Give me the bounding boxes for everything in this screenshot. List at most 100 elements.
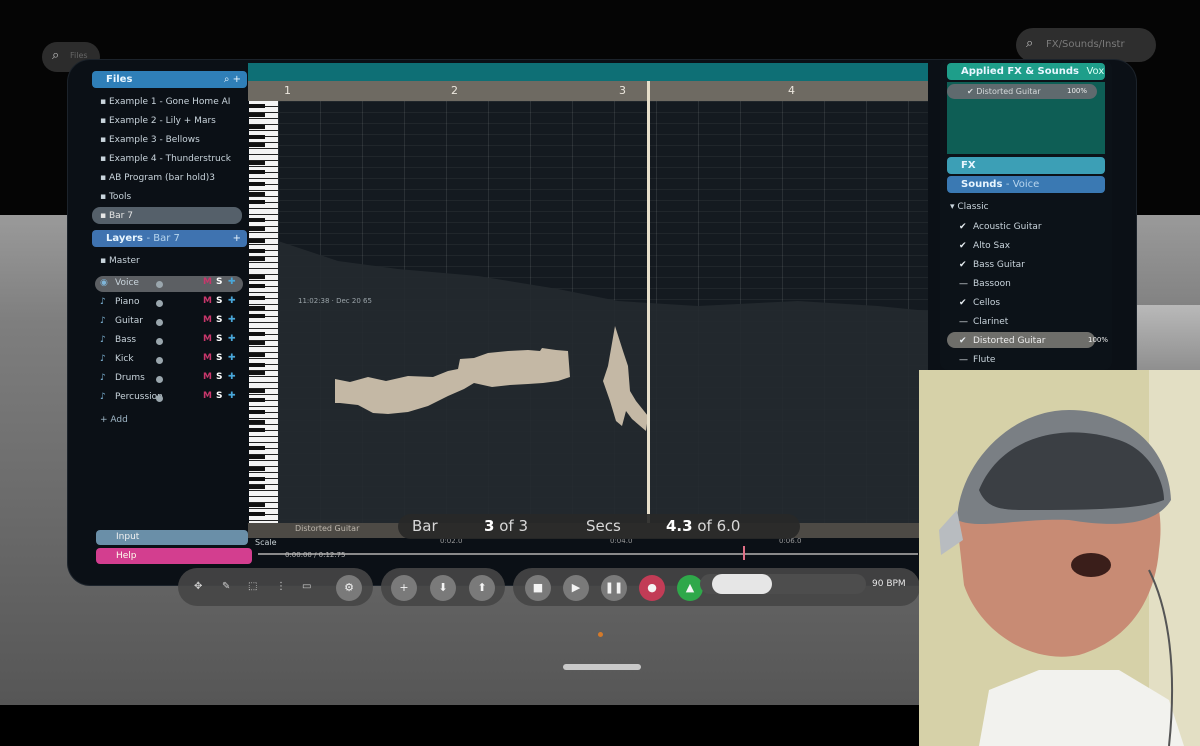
solo-button[interactable]: S: [216, 296, 222, 306]
layer-solo-dot[interactable]: [156, 376, 163, 383]
layers-header-label: Layers: [106, 233, 143, 244]
stop-button[interactable]: ■: [525, 575, 551, 601]
file-item[interactable]: ▪ Tools: [100, 192, 131, 202]
solo-button[interactable]: S: [216, 353, 222, 363]
file-item[interactable]: ▪ Example 2 - Lily + Mars: [100, 116, 216, 126]
layer-icon: ♪: [100, 373, 106, 383]
dash-icon: —: [959, 279, 968, 289]
sound-item[interactable]: — Bassoon: [959, 279, 1011, 289]
layer-icon: ♪: [100, 316, 106, 326]
layer-icon: ◉: [100, 278, 108, 288]
file-item[interactable]: ▪ Example 3 - Bellows: [100, 135, 200, 145]
layer-solo-dot[interactable]: [156, 281, 163, 288]
presenter-video: [919, 370, 1200, 746]
files-header-actions[interactable]: ⌕ +: [224, 71, 241, 88]
sound-item[interactable]: ✔ Acoustic Guitar: [959, 222, 1042, 232]
pencil-tool-icon[interactable]: ✎: [222, 581, 230, 592]
file-item-selected[interactable]: ▪ Bar 7: [100, 211, 133, 221]
layer-row[interactable]: ♪ Drums M S ✚: [100, 372, 242, 388]
layer-master[interactable]: ▪ Master: [100, 256, 140, 266]
add-layer-row[interactable]: + Add: [100, 415, 128, 425]
window-grabber[interactable]: [563, 664, 641, 670]
solo-button[interactable]: S: [216, 391, 222, 401]
bpm-value: 90 BPM: [872, 579, 906, 589]
mute-button[interactable]: M: [203, 372, 212, 382]
sound-item-selected[interactable]: ✔ Distorted Guitar: [959, 336, 1045, 346]
metronome-button[interactable]: ▲: [677, 575, 703, 601]
sounds-header[interactable]: Sounds - Voice: [947, 176, 1105, 193]
timeline-scrubber[interactable]: [258, 553, 918, 555]
layer-row[interactable]: ◉ Voice M S ✚: [100, 277, 242, 293]
layer-solo-dot[interactable]: [156, 300, 163, 307]
plus-icon[interactable]: ✚: [228, 353, 236, 363]
solo-button[interactable]: S: [216, 277, 222, 287]
sound-item[interactable]: ✔ Alto Sax: [959, 241, 1010, 251]
secs-label: Secs: [586, 517, 621, 535]
plus-icon[interactable]: ✚: [228, 296, 236, 306]
input-bar[interactable]: Input: [96, 530, 248, 545]
add-layer-icon[interactable]: +: [233, 230, 241, 247]
plus-icon[interactable]: ✚: [228, 315, 236, 325]
mute-button[interactable]: M: [203, 296, 212, 306]
mute-button[interactable]: M: [203, 353, 212, 363]
plus-icon[interactable]: ✚: [228, 334, 236, 344]
scale-toggle[interactable]: Scale: [255, 538, 277, 547]
mute-button[interactable]: M: [203, 277, 212, 287]
webcam-overlay: [919, 370, 1200, 746]
plus-icon[interactable]: ✚: [228, 277, 236, 287]
mute-button[interactable]: M: [203, 334, 212, 344]
layer-row[interactable]: ♪ Piano M S ✚: [100, 296, 242, 312]
mute-button[interactable]: M: [203, 315, 212, 325]
playhead[interactable]: [647, 81, 650, 523]
share-icon[interactable]: ⬆: [469, 575, 495, 601]
file-item[interactable]: ▪ Example 1 - Gone Home AI: [100, 97, 230, 107]
layer-row[interactable]: ♪ Kick M S ✚: [100, 353, 242, 369]
split-tool-icon[interactable]: ⋮: [276, 581, 286, 592]
layer-solo-dot[interactable]: [156, 357, 163, 364]
layer-row[interactable]: ♪ Guitar M S ✚: [100, 315, 242, 331]
waveform: [278, 241, 928, 523]
help-bar[interactable]: Help: [96, 548, 252, 564]
sound-item[interactable]: ✔ Bass Guitar: [959, 260, 1025, 270]
search-icon: ⌕: [1026, 36, 1034, 51]
select-tool-icon[interactable]: ⬚: [248, 581, 257, 592]
file-item[interactable]: ▪ AB Program (bar hold)3: [100, 173, 215, 183]
erase-tool-icon[interactable]: ▭: [302, 581, 311, 592]
settings-button[interactable]: ⚙: [336, 575, 362, 601]
sound-amount: 100%: [1088, 336, 1109, 344]
bar-ruler[interactable]: [248, 81, 928, 101]
layer-solo-dot[interactable]: [156, 395, 163, 402]
sound-item[interactable]: ✔ Cellos: [959, 298, 1000, 308]
check-icon: ✔: [959, 241, 967, 251]
sound-group-classic[interactable]: ▾ Classic: [950, 202, 989, 212]
pointer-tool-icon[interactable]: ✥: [194, 581, 202, 592]
pause-button[interactable]: ❚❚: [601, 575, 627, 601]
timeline-marker[interactable]: [743, 546, 745, 560]
save-icon[interactable]: ⬇: [430, 575, 456, 601]
files-header[interactable]: Files ⌕ +: [92, 71, 247, 88]
layers-header[interactable]: Layers - Bar 7 +: [92, 230, 247, 247]
piano-black-keys: [249, 101, 265, 523]
play-button[interactable]: ▶: [563, 575, 589, 601]
applied-fx-header[interactable]: Applied FX & Sounds Vox: [947, 63, 1105, 80]
bar-label: Bar: [412, 517, 438, 535]
plus-icon[interactable]: ✚: [228, 372, 236, 382]
add-button[interactable]: +: [391, 575, 417, 601]
clip-timestamp: 11:02:38 · Dec 20 65: [298, 297, 372, 305]
solo-button[interactable]: S: [216, 372, 222, 382]
layer-row[interactable]: ♪ Percussion M S ✚: [100, 391, 242, 407]
mute-button[interactable]: M: [203, 391, 212, 401]
record-mic-button[interactable]: ●: [639, 575, 665, 601]
bpm-slider-handle[interactable]: [712, 574, 772, 594]
solo-button[interactable]: S: [216, 334, 222, 344]
solo-button[interactable]: S: [216, 315, 222, 325]
sound-item[interactable]: — Flute: [959, 355, 995, 365]
layer-solo-dot[interactable]: [156, 338, 163, 345]
layer-solo-dot[interactable]: [156, 319, 163, 326]
plus-icon[interactable]: ✚: [228, 391, 236, 401]
sound-item[interactable]: — Clarinet: [959, 317, 1008, 327]
fx-header[interactable]: FX: [947, 157, 1105, 174]
search-right-label: FX/Sounds/Instr: [1046, 39, 1125, 50]
layer-row[interactable]: ♪ Bass M S ✚: [100, 334, 242, 350]
file-item[interactable]: ▪ Example 4 - Thunderstruck: [100, 154, 231, 164]
